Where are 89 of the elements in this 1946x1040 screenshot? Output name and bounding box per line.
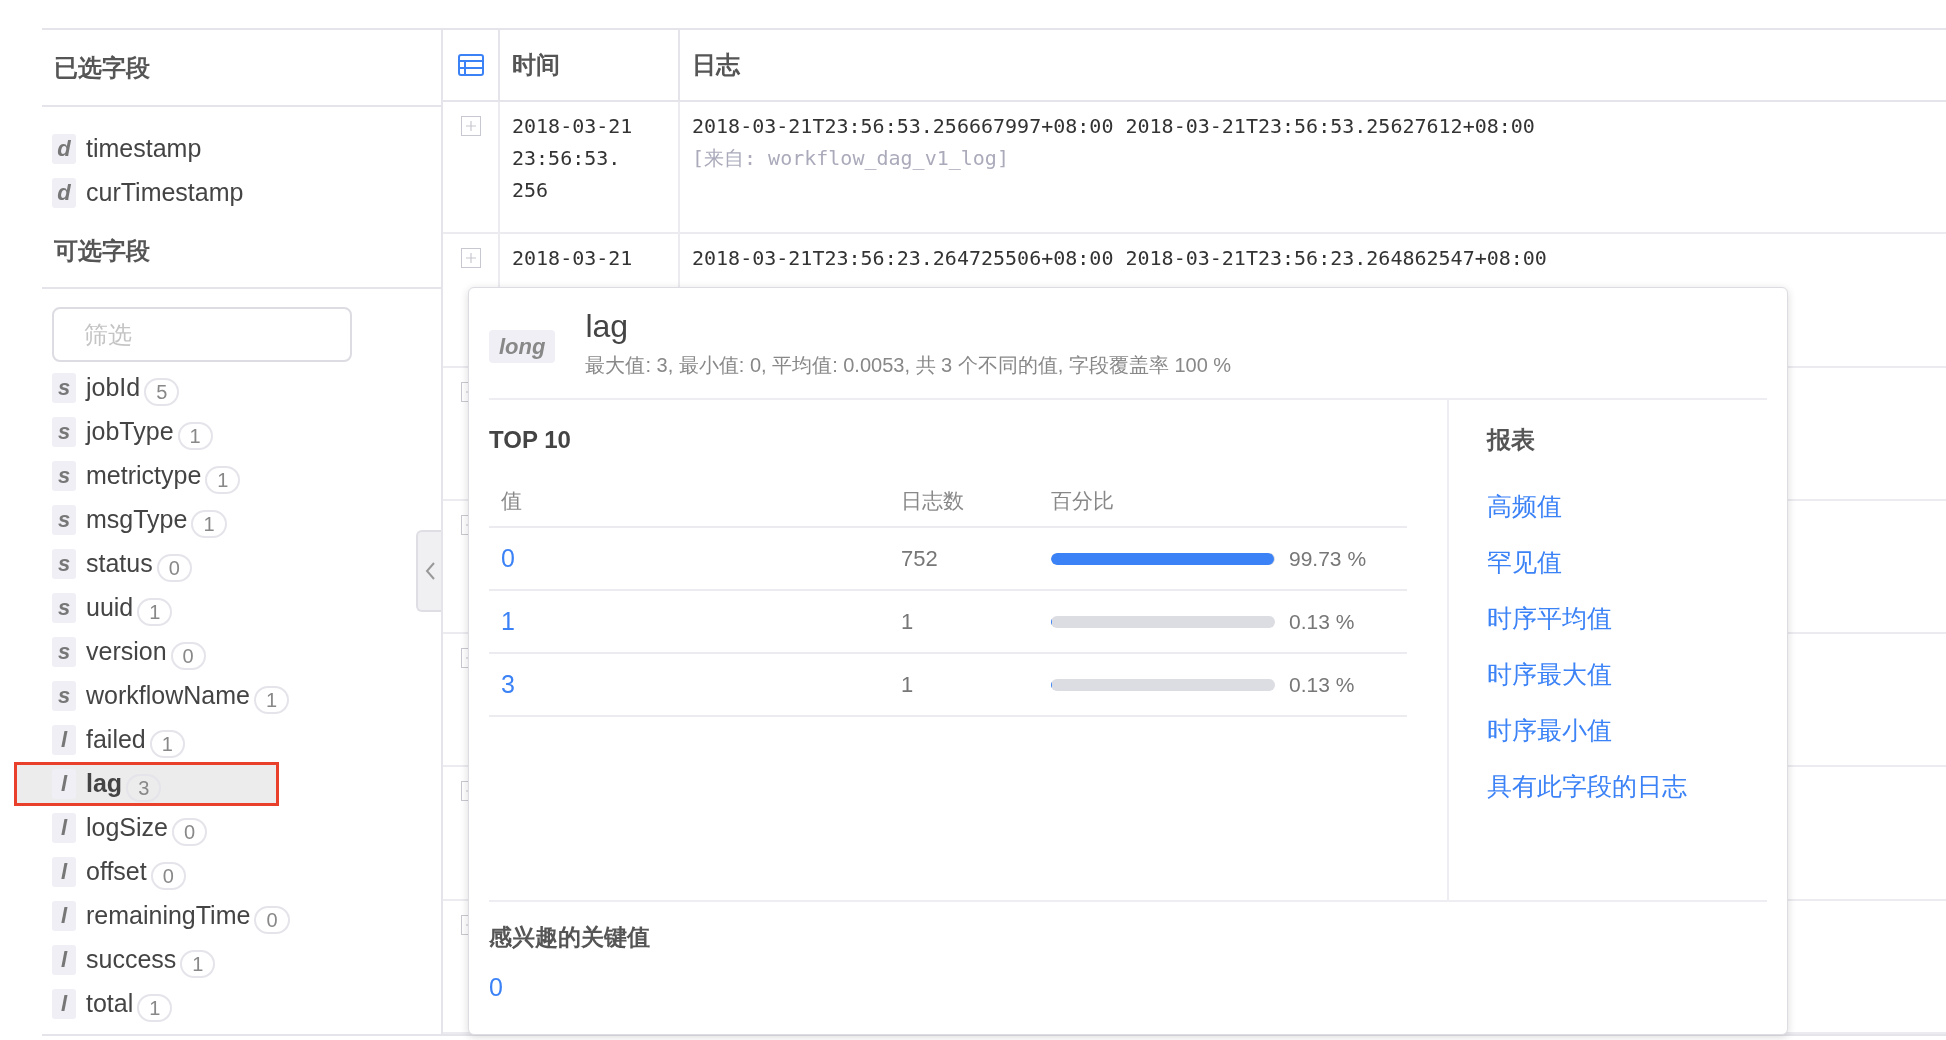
count-badge: 1 (137, 598, 173, 626)
field-type-badge: s (52, 637, 76, 667)
type-badge: long (489, 330, 556, 363)
field-stats: 最大值: 3, 最小值: 0, 平均值: 0.0053, 共 3 个不同的值, 字段覆盖率 100 % (585, 353, 1232, 378)
field-item[interactable]: s version 0 (42, 630, 216, 674)
field-type-badge: l (52, 769, 76, 799)
log-text: 2018-03-21T23:56:53.256667997+08:00 2018-03-21T23:56:53.25627612+08:00 (692, 112, 1536, 140)
field-type-badge: s (52, 417, 76, 447)
field-type-badge: s (52, 681, 76, 711)
expand-icon[interactable] (460, 248, 481, 269)
time-cell-text: 2018-03-21 (512, 245, 634, 273)
report-link[interactable]: 时序平均值 (1487, 590, 1687, 646)
field-item[interactable]: s jobId 5 (42, 366, 190, 410)
field-type-badge: s (52, 505, 76, 535)
field-item[interactable]: s workflowName 1 (42, 674, 300, 718)
column-header: 时间 (512, 49, 560, 80)
percent-text: 0.13 % (1289, 608, 1355, 635)
percent-text: 99.73 % (1289, 545, 1367, 572)
field-name[interactable]: curTimestamp (86, 174, 244, 212)
report-link[interactable]: 时序最小值 (1487, 702, 1687, 758)
field-item[interactable]: s msgType 1 (42, 498, 237, 542)
field-title: lag (585, 307, 630, 346)
count-badge: 0 (172, 818, 208, 846)
report-link[interactable]: 罕见值 (1487, 534, 1687, 590)
count-text: 1 (901, 671, 915, 699)
field-item[interactable]: l logSize 0 (42, 806, 218, 850)
collapse-handle[interactable] (416, 530, 441, 612)
field-item[interactable]: l total 1 (42, 982, 183, 1026)
section-heading: 感兴趣的关键值 (489, 923, 651, 952)
count-text: 1 (901, 608, 915, 636)
expand-icon[interactable] (460, 115, 481, 136)
report-link[interactable]: 高频值 (1487, 478, 1687, 534)
field-type-badge: l (52, 989, 76, 1019)
count-badge: 1 (137, 994, 173, 1022)
column-header: 日志数 (901, 488, 965, 515)
percent-text: 0.13 % (1289, 671, 1355, 698)
report-link[interactable]: 时序最大值 (1487, 646, 1687, 702)
field-type-badge: s (52, 549, 76, 579)
filter-field[interactable]: 筛选 (52, 307, 352, 362)
field-item[interactable]: l success 1 (42, 938, 226, 982)
chevron-left-icon (423, 561, 436, 581)
key-value-link[interactable]: 0 (489, 968, 503, 1006)
count-badge: 1 (149, 730, 185, 758)
field-type-badge: l (52, 857, 76, 887)
count-badge: 1 (177, 422, 213, 450)
count-badge: 3 (126, 774, 162, 802)
field-type-badge: l (52, 813, 76, 843)
count-badge: 0 (150, 862, 186, 890)
value-link[interactable]: 0 (501, 539, 901, 578)
report-link[interactable]: 具有此字段的日志 (1487, 758, 1687, 814)
field-type-badge: d (52, 178, 76, 208)
column-header: 值 (501, 488, 523, 515)
value-link[interactable]: 1 (501, 602, 901, 641)
count-text: 752 (901, 545, 939, 573)
count-badge: 1 (253, 686, 290, 714)
section-heading: 已选字段 (54, 52, 150, 83)
field-item[interactable]: s status 0 (42, 542, 202, 586)
log-source: [来自: workflow_dag_v1_log] (692, 144, 1010, 172)
field-type-badge: l (52, 725, 76, 755)
field-item[interactable]: l remainingTime 0 (42, 894, 300, 938)
log-text: 2018-03-21T23:56:23.264725506+08:00 2018-03-21T23:56:23.264862547+08:00 (692, 245, 1548, 273)
field-item[interactable]: s jobType 1 (42, 410, 223, 454)
field-name[interactable]: timestamp (86, 130, 202, 168)
field-item[interactable]: s uuid 1 (42, 586, 183, 630)
field-item[interactable]: s metrictype 1 (42, 454, 251, 498)
count-badge: 1 (191, 510, 227, 538)
field-type-badge: s (52, 593, 76, 623)
field-item[interactable]: l lag 3 (14, 762, 279, 806)
count-badge: 0 (170, 642, 206, 670)
time-cell-text: 2018-03-21 23:56:53. 256 (512, 112, 634, 204)
count-badge: 5 (144, 378, 180, 406)
table-settings-icon[interactable] (457, 53, 484, 76)
count-badge: 1 (180, 950, 216, 978)
section-heading: TOP 10 (489, 425, 572, 455)
column-header: 日志 (692, 50, 740, 78)
section-heading: 报表 (1487, 425, 1536, 455)
value-link[interactable]: 3 (501, 665, 901, 704)
count-badge: 1 (205, 466, 241, 494)
field-type-badge: l (52, 901, 76, 931)
field-item[interactable]: l failed 1 (42, 718, 195, 762)
column-header: 百分比 (1051, 488, 1114, 515)
field-type-badge: s (52, 373, 76, 403)
field-type-badge: l (52, 945, 76, 975)
count-badge: 0 (156, 554, 192, 582)
section-heading: 可选字段 (54, 236, 150, 266)
field-item[interactable]: l offset 0 (42, 850, 196, 894)
field-type-badge: d (52, 134, 76, 164)
count-badge: 0 (254, 906, 290, 934)
field-type-badge: s (52, 461, 76, 491)
